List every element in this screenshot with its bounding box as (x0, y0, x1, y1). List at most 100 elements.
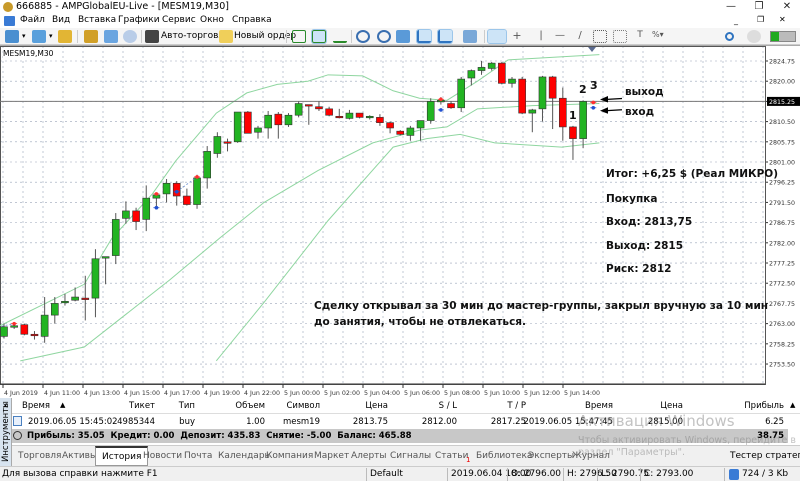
tab-trade[interactable]: Торговля (18, 451, 61, 461)
column-header-close-price[interactable]: Цена (623, 401, 683, 411)
tab-experts[interactable]: Эксперты (528, 451, 574, 461)
tab-library[interactable]: Библиотека (476, 451, 532, 461)
navigator-icon[interactable] (104, 30, 118, 43)
menu-window[interactable]: Окно (200, 15, 224, 25)
candle-bullish (91, 258, 100, 299)
trendline-icon[interactable]: / (573, 30, 587, 43)
note-comment-line2: до занятия, чтобы не отвлекаться. (314, 316, 527, 328)
signal-icon[interactable] (123, 30, 137, 43)
column-header-profit[interactable]: Прибыль (712, 401, 784, 411)
note-entry: Вход: 2813,75 (606, 216, 693, 228)
column-header-symbol[interactable]: Символ (265, 401, 320, 411)
time-tick-label: 5 Jun 06:00 (404, 390, 440, 397)
tab-strategy-tester[interactable]: Тестер стратегий (730, 451, 800, 461)
chevron-down-icon[interactable]: ▾ (22, 32, 26, 40)
new-chart-icon[interactable] (5, 30, 19, 43)
time-tick-label: 5 Jun 08:00 (444, 390, 480, 397)
cursor-icon[interactable] (487, 29, 507, 44)
tab-calendar[interactable]: Календарь (218, 451, 270, 461)
column-header-type[interactable]: Тип (155, 401, 195, 411)
candle-bearish (376, 117, 384, 123)
candle-bearish (81, 297, 90, 300)
document-icon (13, 416, 22, 426)
candle-bullish (284, 114, 293, 126)
column-header-time[interactable]: Время (22, 401, 50, 411)
label-entry: вход (625, 106, 655, 118)
column-header-sl[interactable]: S / L (397, 401, 457, 411)
tab-market[interactable]: Маркет (314, 451, 349, 461)
tab-exposure[interactable]: Активы (62, 451, 97, 461)
templates-icon[interactable] (463, 30, 477, 43)
menu-charts[interactable]: Графики (118, 15, 160, 25)
tab-signals[interactable]: Сигналы (390, 451, 431, 461)
tab-mailbox[interactable]: Почта (184, 451, 212, 461)
cell-symbol: mesm19 (282, 417, 320, 427)
menu-help[interactable]: Справка (232, 15, 272, 25)
shapes-dropdown-icon[interactable]: %▾ (652, 30, 666, 43)
time-tick-label: 4 Jun 19:00 (204, 390, 240, 397)
candle-bearish (325, 108, 333, 116)
candle-bullish (254, 127, 262, 133)
chevron-down-icon[interactable]: ▾ (49, 32, 53, 40)
horizontal-line-icon[interactable]: — (553, 30, 567, 43)
auto-scroll-icon[interactable] (416, 29, 432, 44)
column-header-ticket[interactable]: Тикет (95, 401, 155, 411)
data-window-icon[interactable] (84, 30, 98, 43)
close-button[interactable]: ✕ (776, 0, 798, 14)
status-bar: Для вызова справки нажмите F1 Default 20… (0, 466, 800, 481)
line-chart-icon[interactable] (333, 30, 347, 43)
minimize-button[interactable]: — (720, 0, 742, 14)
text-label-icon[interactable]: T (633, 30, 647, 43)
candlestick-icon[interactable] (311, 29, 327, 44)
terminal-close-icon[interactable]: × (2, 401, 9, 410)
zoom-in-icon[interactable] (356, 30, 370, 43)
restore-button[interactable]: ❐ (748, 0, 770, 14)
candle-bullish (122, 210, 130, 219)
search-icon[interactable] (725, 32, 734, 41)
candle-bullish (264, 114, 272, 129)
toolbar-separator (484, 30, 485, 43)
tab-alerts[interactable]: Алерты (351, 451, 387, 461)
child-minimize-button[interactable]: _ (734, 16, 738, 25)
arrows-icon[interactable] (613, 30, 627, 43)
menu-file[interactable]: Файл (20, 15, 45, 25)
auto-trading-icon[interactable] (145, 30, 159, 43)
candle-bullish (203, 151, 211, 179)
tile-windows-icon[interactable] (396, 30, 410, 43)
time-tick-label: 4 Jun 22:00 (244, 390, 280, 397)
bar-chart-icon[interactable] (292, 30, 306, 43)
market-watch-icon[interactable] (58, 30, 72, 43)
chart-shift-icon[interactable] (437, 29, 453, 44)
price-tick-label: 2815.25 (769, 99, 795, 106)
tab-news[interactable]: Новости (143, 451, 182, 461)
fibonacci-icon[interactable] (593, 30, 607, 43)
candle-bearish (244, 111, 252, 134)
vertical-line-icon[interactable]: | (534, 30, 548, 43)
column-header-volume[interactable]: Объем (205, 401, 265, 411)
scroll-up-icon[interactable]: ▲ (790, 401, 795, 409)
new-order-icon[interactable] (219, 30, 233, 43)
chat-icon[interactable] (747, 30, 761, 43)
menu-insert[interactable]: Вставка (78, 15, 116, 25)
tab-company[interactable]: Компания (266, 451, 313, 461)
tab-history[interactable]: История (95, 446, 149, 466)
status-profile[interactable]: Default (370, 469, 403, 479)
column-header-close-time[interactable]: Время (533, 401, 613, 411)
tab-articles[interactable]: Статьи (435, 451, 468, 461)
candle-bearish (172, 182, 181, 197)
child-restore-button[interactable]: ❐ (757, 15, 764, 24)
column-header-price[interactable]: Цена (328, 401, 388, 411)
profiles-icon[interactable] (32, 30, 46, 43)
candle-bearish (183, 195, 191, 205)
menu-tools[interactable]: Сервис (162, 15, 196, 25)
menu-view[interactable]: Вид (52, 15, 70, 25)
crosshair-icon[interactable]: + (510, 30, 524, 43)
zoom-out-icon[interactable] (377, 30, 391, 43)
toolbar-separator (141, 30, 142, 43)
child-close-button[interactable]: ✕ (779, 15, 786, 24)
label-1: 1 (569, 109, 577, 122)
exit-marker (154, 192, 159, 196)
price-tick-label: 2772.50 (769, 281, 795, 288)
column-header-tp[interactable]: T / P (466, 401, 526, 411)
chart-window[interactable]: 2824.75 2820.00 2815.25 2810.50 2805.75 2801.… (0, 45, 800, 398)
